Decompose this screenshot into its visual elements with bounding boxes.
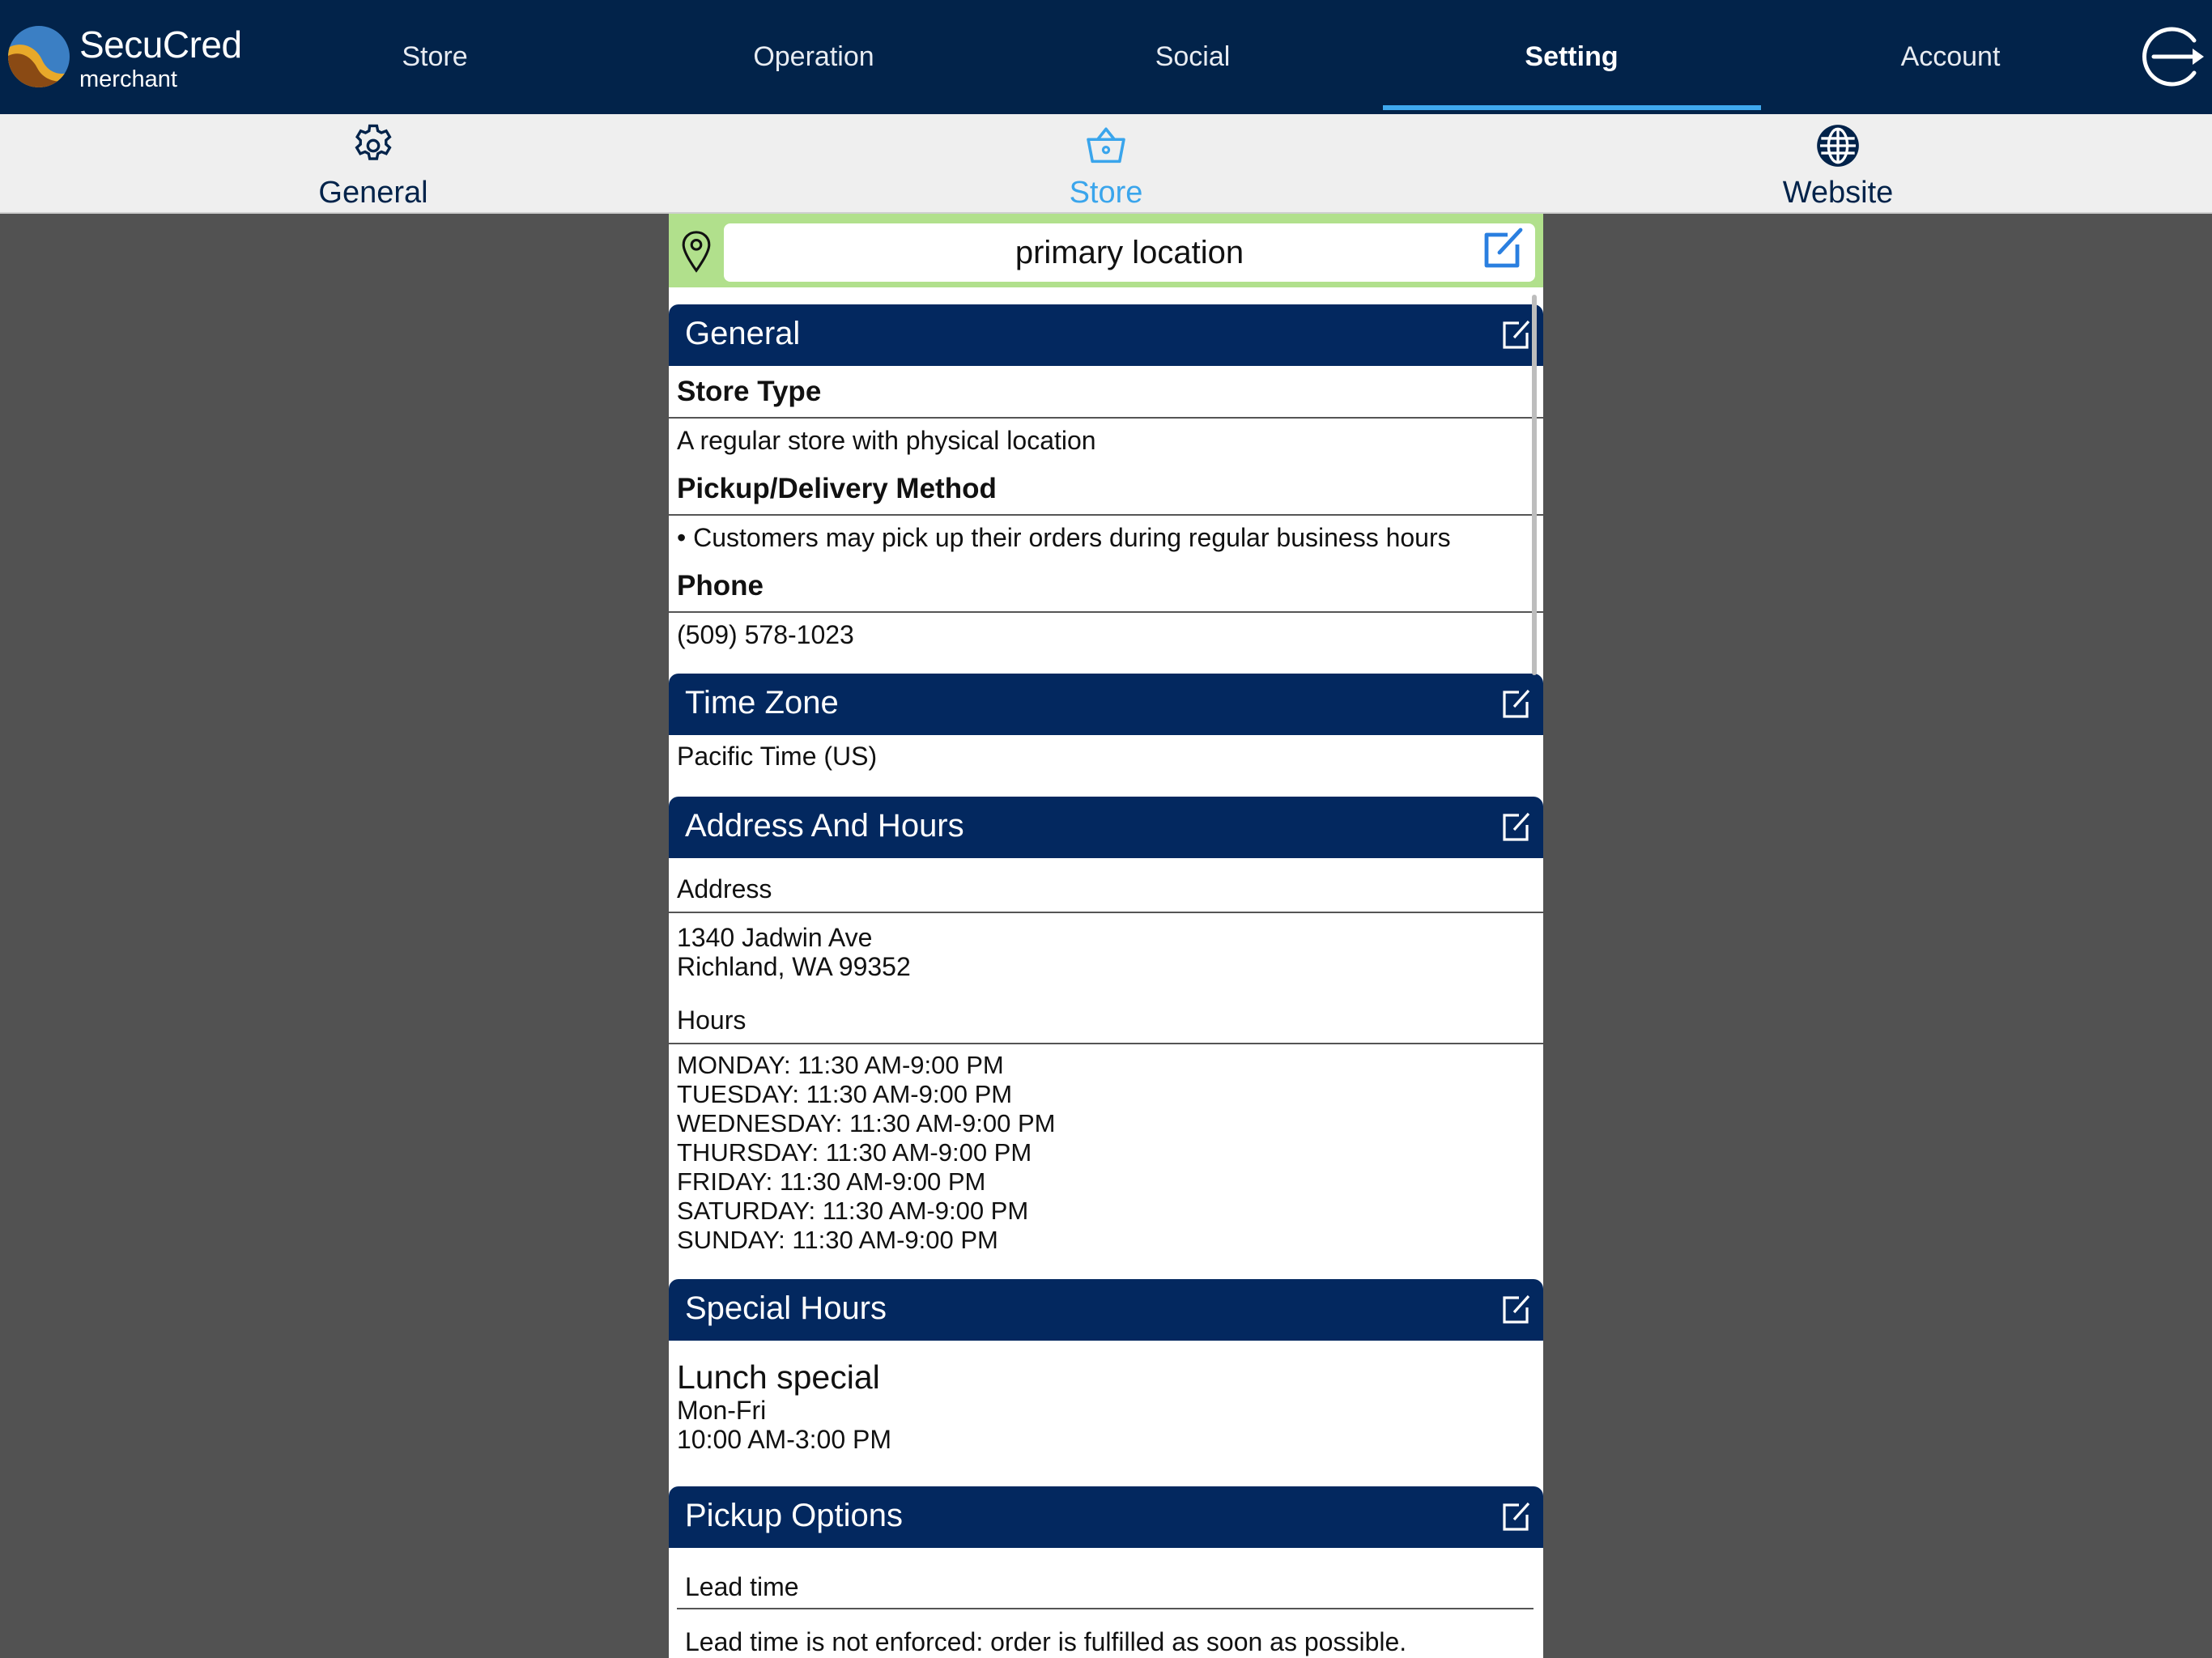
edit-icon[interactable] [1499, 317, 1532, 351]
hours-row: WEDNESDAY: 11:30 AM-9:00 PM [677, 1109, 1056, 1137]
divider [669, 1043, 1543, 1044]
top-nav: SecuCred merchant Store Operation Social… [0, 0, 2212, 114]
nav-social[interactable]: Social [1003, 0, 1382, 114]
address-line-1: 1340 Jadwin Ave [677, 923, 873, 952]
phone-label: Phone [677, 570, 764, 602]
special-hours-name: Lunch special [677, 1358, 880, 1396]
phone-value: (509) 578-1023 [677, 620, 854, 649]
special-hours-time: 10:00 AM-3:00 PM [677, 1425, 892, 1454]
subtab-store-label: Store [1069, 176, 1143, 210]
settings-subtabs: General Store Website [0, 114, 2212, 214]
time-zone-value: Pacific Time (US) [677, 742, 878, 771]
section-header-time-zone: Time Zone [669, 674, 1543, 735]
section-title: General [685, 316, 801, 351]
section-header-general: General [669, 304, 1543, 366]
hours-row: THURSDAY: 11:30 AM-9:00 PM [677, 1138, 1032, 1167]
subtab-website-label: Website [1782, 176, 1894, 210]
brand-subtitle: merchant [79, 66, 177, 92]
pickup-method-label: Pickup/Delivery Method [677, 473, 997, 504]
globe-icon [1817, 125, 1859, 167]
store-type-label: Store Type [677, 376, 822, 407]
active-tab-indicator [1383, 105, 1761, 110]
lead-time-label: Lead time [685, 1572, 799, 1601]
address-line-2: Richland, WA 99352 [677, 952, 911, 981]
brand-name: SecuCred [79, 23, 242, 66]
lead-time-value: Lead time is not enforced: order is fulf… [685, 1627, 1407, 1656]
subtab-general[interactable]: General [211, 114, 535, 212]
hours-row: SATURDAY: 11:30 AM-9:00 PM [677, 1197, 1029, 1225]
location-name-field[interactable]: primary location [724, 223, 1535, 282]
gear-icon [355, 124, 392, 160]
pickup-method-value: • Customers may pick up their orders dur… [677, 523, 1451, 552]
section-header-address-hours: Address And Hours [669, 797, 1543, 858]
location-bar: primary location [669, 214, 1543, 287]
hours-row: MONDAY: 11:30 AM-9:00 PM [677, 1051, 1004, 1079]
divider [677, 1608, 1534, 1609]
hours-row: TUESDAY: 11:30 AM-9:00 PM [677, 1080, 1013, 1108]
store-type-value: A regular store with physical location [677, 426, 1096, 455]
subtab-website[interactable]: Website [1676, 114, 2000, 212]
section-header-pickup-options: Pickup Options [669, 1486, 1543, 1548]
subtab-general-label: General [318, 176, 428, 210]
location-pin-icon [682, 231, 711, 273]
special-hours-days: Mon-Fri [677, 1396, 767, 1425]
section-title: Time Zone [685, 685, 839, 721]
divider [669, 912, 1543, 913]
edit-location-icon[interactable] [1480, 227, 1525, 272]
edit-icon[interactable] [1499, 1499, 1532, 1533]
edit-icon[interactable] [1499, 687, 1532, 721]
subtab-store[interactable]: Store [944, 114, 1268, 212]
section-title: Address And Hours [685, 808, 964, 844]
hours-list: MONDAY: 11:30 AM-9:00 PM TUESDAY: 11:30 … [677, 1051, 1055, 1255]
section-title: Special Hours [685, 1290, 887, 1326]
hours-row: FRIDAY: 11:30 AM-9:00 PM [677, 1167, 986, 1196]
section-title: Pickup Options [685, 1498, 904, 1533]
store-settings-panel: primary location General Store Type A re… [669, 214, 1543, 1658]
divider [669, 417, 1543, 419]
nav-operation[interactable]: Operation [624, 0, 1003, 114]
secucred-logo [8, 26, 70, 87]
section-header-special-hours: Special Hours [669, 1279, 1543, 1341]
divider [669, 611, 1543, 613]
edit-icon[interactable] [1499, 810, 1532, 844]
basket-icon [1087, 127, 1125, 164]
address-label: Address [677, 874, 772, 903]
divider [669, 514, 1543, 516]
edit-icon[interactable] [1499, 1292, 1532, 1326]
nav-store[interactable]: Store [245, 0, 624, 114]
scrollbar[interactable] [1532, 295, 1537, 675]
hours-label: Hours [677, 1005, 747, 1035]
nav-setting[interactable]: Setting [1382, 0, 1761, 114]
location-name: primary location [1015, 234, 1244, 270]
nav-account[interactable]: Account [1761, 0, 2140, 114]
logout-icon[interactable] [2134, 23, 2207, 91]
hours-row: SUNDAY: 11:30 AM-9:00 PM [677, 1226, 998, 1254]
